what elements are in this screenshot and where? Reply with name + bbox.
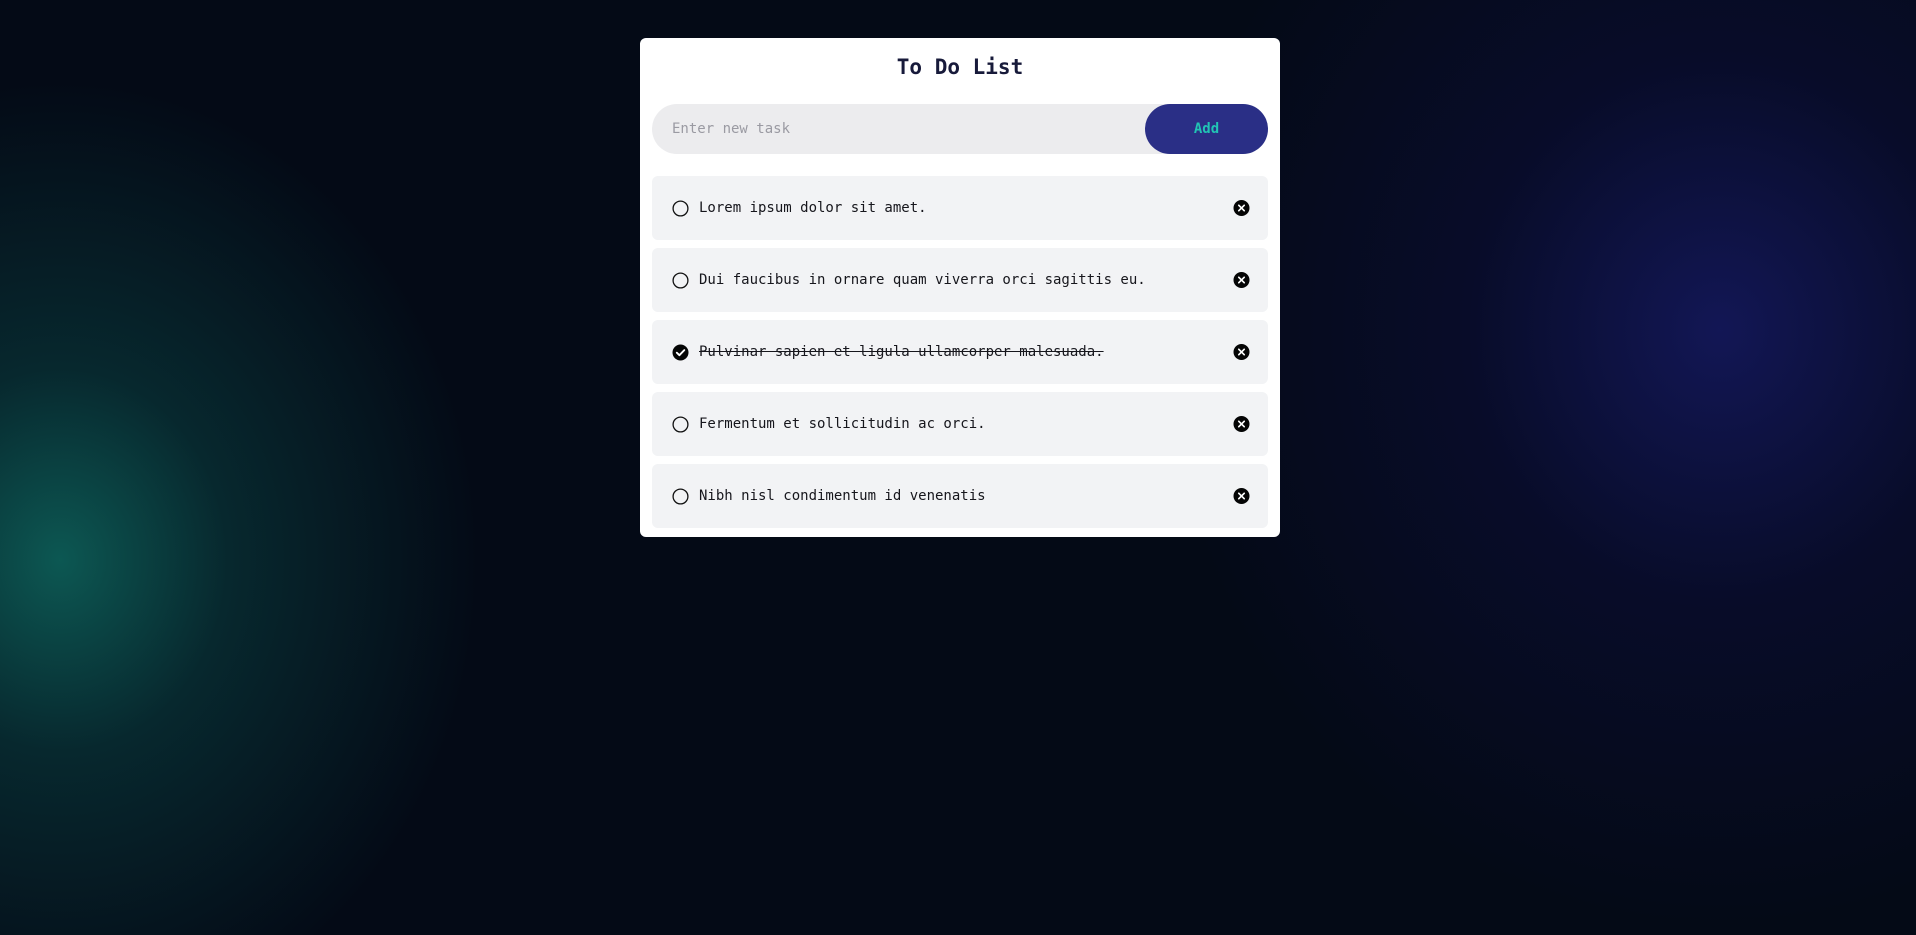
close-circle-icon[interactable] xyxy=(1233,200,1250,217)
todo-app: To Do List Add Lorem ipsum dolor sit ame… xyxy=(640,38,1280,537)
task-item[interactable]: Fermentum et sollicitudin ac orci. xyxy=(652,392,1268,456)
close-circle-icon[interactable] xyxy=(1233,416,1250,433)
task-list: Lorem ipsum dolor sit amet. Dui faucibus… xyxy=(652,176,1268,528)
close-circle-icon[interactable] xyxy=(1233,272,1250,289)
app-title: To Do List xyxy=(896,55,1024,79)
task-item[interactable]: Dui faucibus in ornare quam viverra orci… xyxy=(652,248,1268,312)
circle-outline-icon[interactable] xyxy=(672,199,689,217)
add-button[interactable]: Add xyxy=(1145,104,1268,154)
circle-outline-icon[interactable] xyxy=(672,487,689,505)
task-item[interactable]: Lorem ipsum dolor sit amet. xyxy=(652,176,1268,240)
task-item[interactable]: Nibh nisl condimentum id venenatis xyxy=(652,464,1268,528)
check-circle-icon[interactable] xyxy=(672,344,689,361)
task-text: Fermentum et sollicitudin ac orci. xyxy=(699,416,986,432)
task-text: Lorem ipsum dolor sit amet. xyxy=(699,200,927,216)
circle-outline-icon[interactable] xyxy=(672,271,689,289)
task-item[interactable]: Pulvinar sapien et ligula ullamcorper ma… xyxy=(652,320,1268,384)
task-text: Nibh nisl condimentum id venenatis xyxy=(699,488,986,504)
close-circle-icon[interactable] xyxy=(1233,488,1250,505)
circle-outline-icon[interactable] xyxy=(672,415,689,433)
task-text: Dui faucibus in ornare quam viverra orci… xyxy=(699,272,1146,288)
new-task-input[interactable] xyxy=(652,104,1142,154)
new-task-form: Add xyxy=(652,104,1268,154)
close-circle-icon[interactable] xyxy=(1233,344,1250,361)
task-text: Pulvinar sapien et ligula ullamcorper ma… xyxy=(699,344,1104,360)
